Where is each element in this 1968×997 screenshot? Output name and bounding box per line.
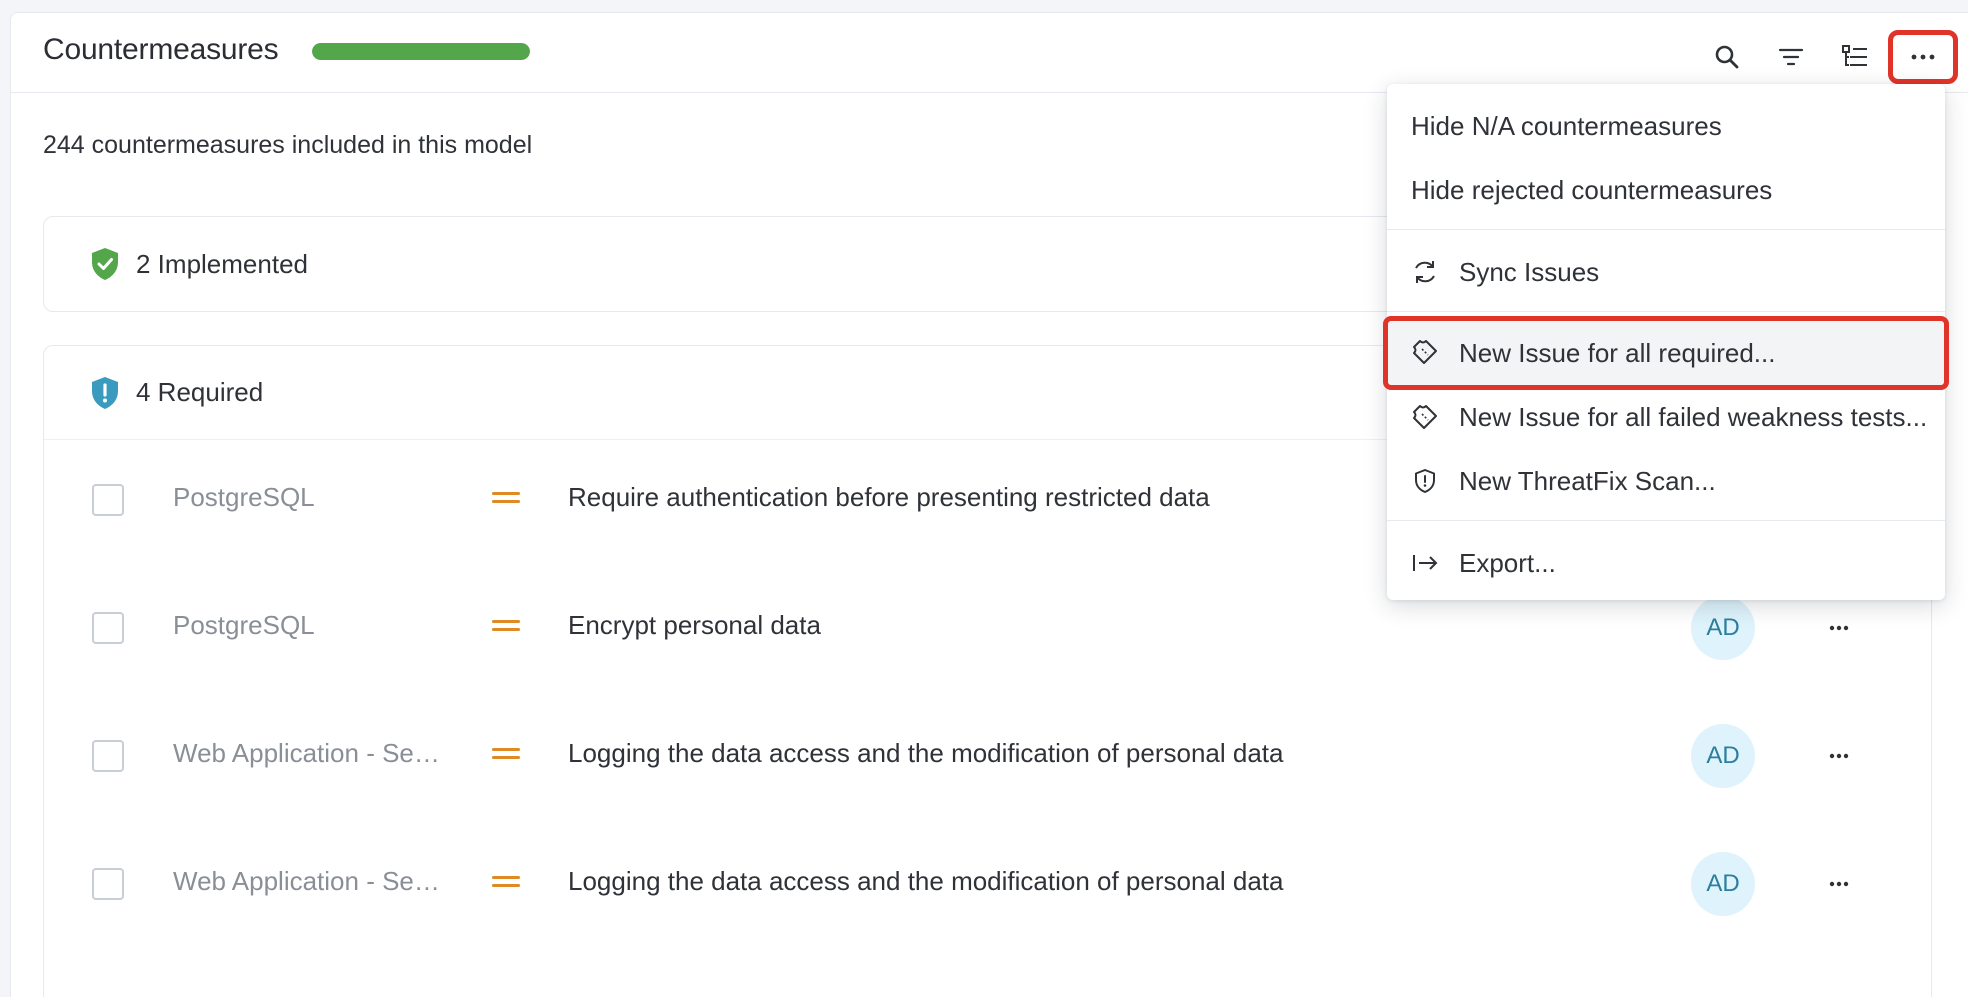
export-icon bbox=[1413, 555, 1438, 571]
priority-medium-icon bbox=[492, 490, 520, 504]
menu-divider bbox=[1387, 229, 1945, 230]
component-name: PostgreSQL bbox=[173, 610, 315, 640]
menu-item-label: New Issue for all required... bbox=[1459, 337, 1776, 368]
shield-icon bbox=[1415, 469, 1435, 493]
countermeasure-count: 244 countermeasures included in this mod… bbox=[43, 131, 533, 159]
countermeasure-name[interactable]: Logging the data access and the modifica… bbox=[568, 738, 1284, 769]
ticket-icon bbox=[1413, 405, 1437, 429]
assignee-avatar[interactable]: AD bbox=[1691, 724, 1755, 788]
row-checkbox[interactable] bbox=[92, 612, 124, 644]
row-checkbox[interactable] bbox=[92, 740, 124, 772]
filter-icon bbox=[1778, 48, 1804, 66]
menu-item-label: New Issue for all failed weakness tests.… bbox=[1459, 401, 1928, 432]
list-view-icon bbox=[1842, 45, 1867, 66]
assignee-avatar[interactable]: AD bbox=[1691, 596, 1755, 660]
more-icon bbox=[1829, 881, 1849, 887]
menu-item-new-issue-failed[interactable]: New Issue for all failed weakness tests.… bbox=[1387, 385, 1945, 449]
row-more-button[interactable] bbox=[1819, 608, 1859, 648]
menu-item-new-threatfix-scan[interactable]: New ThreatFix Scan... bbox=[1387, 449, 1945, 513]
options-dropdown-menu: Hide N/A countermeasures Hide rejected c… bbox=[1383, 84, 1949, 600]
search-button[interactable] bbox=[1705, 35, 1749, 79]
menu-divider bbox=[1387, 311, 1945, 312]
assignee-avatar[interactable]: AD bbox=[1691, 852, 1755, 916]
more-icon bbox=[1911, 54, 1935, 60]
menu-item-label: New ThreatFix Scan... bbox=[1459, 465, 1716, 496]
shield-check-icon bbox=[92, 248, 118, 280]
more-options-button[interactable] bbox=[1888, 30, 1958, 84]
ticket-icon bbox=[1413, 340, 1437, 364]
menu-item-export[interactable]: Export... bbox=[1387, 531, 1945, 595]
page-title: Countermeasures bbox=[43, 33, 279, 66]
component-name: Web Application - Se… bbox=[173, 738, 440, 768]
priority-medium-icon bbox=[492, 746, 520, 760]
menu-item-new-issue-required[interactable]: New Issue for all required... bbox=[1383, 316, 1949, 390]
sync-icon bbox=[1415, 261, 1435, 283]
menu-item-label: Hide rejected countermeasures bbox=[1411, 174, 1773, 205]
required-group-label: 4 Required bbox=[136, 377, 264, 407]
menu-item-label: Export... bbox=[1459, 547, 1556, 578]
row-more-button[interactable] bbox=[1819, 736, 1859, 776]
countermeasure-name[interactable]: Logging the data access and the modifica… bbox=[568, 866, 1284, 897]
shield-alert-icon bbox=[92, 376, 118, 409]
menu-item-sync-issues[interactable]: Sync Issues bbox=[1387, 240, 1945, 304]
menu-item-hide-na[interactable]: Hide N/A countermeasures bbox=[1387, 94, 1945, 158]
more-icon bbox=[1829, 625, 1849, 631]
row-more-button[interactable] bbox=[1819, 864, 1859, 904]
component-name: PostgreSQL bbox=[173, 482, 315, 512]
menu-item-label: Hide N/A countermeasures bbox=[1411, 110, 1722, 141]
menu-item-label: Sync Issues bbox=[1459, 256, 1600, 287]
countermeasure-name[interactable]: Require authentication before presenting… bbox=[568, 482, 1210, 513]
priority-medium-icon bbox=[492, 618, 520, 632]
menu-divider bbox=[1387, 520, 1945, 521]
table-row[interactable]: Web Application - Se… Logging the data a… bbox=[44, 692, 1931, 820]
list-view-button[interactable] bbox=[1833, 35, 1877, 79]
progress-bar bbox=[312, 43, 530, 60]
priority-medium-icon bbox=[492, 874, 520, 888]
row-checkbox[interactable] bbox=[92, 868, 124, 900]
more-icon bbox=[1829, 753, 1849, 759]
progress-fill bbox=[312, 43, 530, 60]
countermeasure-name[interactable]: Encrypt personal data bbox=[568, 610, 821, 641]
row-checkbox[interactable] bbox=[92, 484, 124, 516]
search-icon bbox=[1715, 45, 1739, 69]
implemented-group-label: 2 Implemented bbox=[136, 248, 308, 279]
component-name: Web Application - Se… bbox=[173, 866, 440, 896]
filter-button[interactable] bbox=[1769, 35, 1813, 79]
menu-item-hide-rejected[interactable]: Hide rejected countermeasures bbox=[1387, 158, 1945, 222]
table-row[interactable]: Web Application - Se… Logging the data a… bbox=[44, 820, 1931, 948]
panel-header: Countermeasures bbox=[11, 13, 1968, 93]
